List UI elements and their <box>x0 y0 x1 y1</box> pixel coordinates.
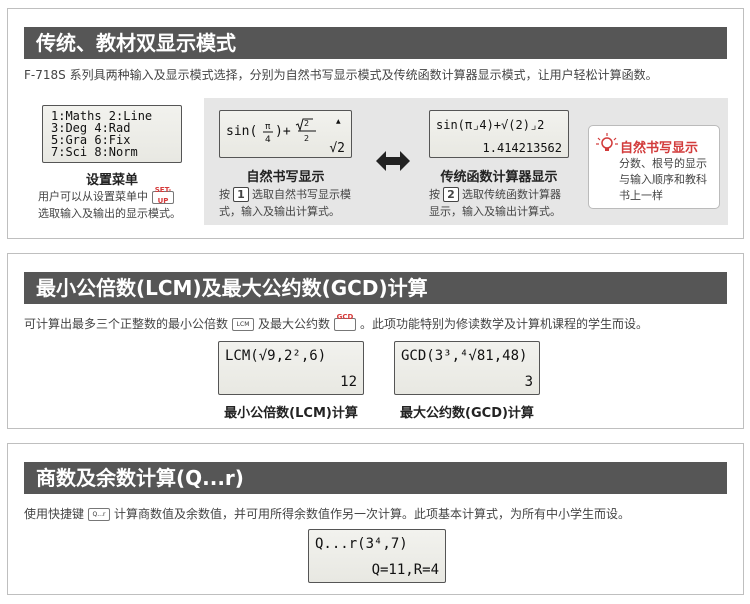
gcd-caption: 最大公约数(GCD)计算 <box>400 406 534 421</box>
natural-description: 按 1 选取自然书写显示模 式，输入及输出计算式。 <box>219 186 379 220</box>
setup-key-label: SET-UP <box>154 185 172 205</box>
lcm-lcd: LCM(√9,2²,6) 12 <box>218 341 364 395</box>
tip-body: 分数、根号的显示 与输入顺序和教科 书上一样 <box>619 156 707 204</box>
natural-result: √2 <box>329 141 345 156</box>
svg-text:2: 2 <box>304 119 309 128</box>
desc-part: 计算商数值及余数值，并可用所得余数值作另一次计算。此项基本计算式，为所有中小学生… <box>114 507 631 521</box>
traditional-caption: 传统函数计算器显示 <box>440 170 558 185</box>
double-arrow-icon <box>376 151 410 171</box>
traditional-description: 按 2 选取传统函数计算器 显示，输入及输出计算式。 <box>429 186 589 220</box>
traditional-display-lcd: sin(π⌟4)+√(2)⌟2 1.414213562 <box>429 110 569 158</box>
svg-text:π: π <box>265 122 271 132</box>
section-description: F-718S 系列具两种输入及显示模式选择，分别为自然书写显示模式及传统函数计算… <box>24 68 658 82</box>
natural-desc-part: 式，输入及输出计算式。 <box>219 205 340 218</box>
lcm-caption: 最小公倍数(LCM)计算 <box>224 406 358 421</box>
section-description: 可计算出最多三个正整数的最小公倍数 LCM 及最大公约数 GCD 。此项功能特别为修读数… <box>24 313 731 333</box>
desc-part: 可计算出最多三个正整数的最小公倍数 <box>24 317 229 331</box>
setup-desc-part: 选取输入及输出的显示模式。 <box>38 207 181 220</box>
gcd-lcd: GCD(3³,⁴√81,48) 3 <box>394 341 540 395</box>
lcm-result: 12 <box>340 374 357 390</box>
section-quotient-remainder: 商数及余数计算(Q...r) 使用快捷键 Q...r 计算商数值及余数值，并可用所得… <box>7 443 744 595</box>
key-1-button: 1 <box>233 187 249 202</box>
traditional-desc-part: 选取传统函数计算器 <box>462 188 561 201</box>
svg-text:2: 2 <box>304 134 309 143</box>
svg-text:▲: ▲ <box>336 118 341 125</box>
desc-part: 使用快捷键 <box>24 507 85 521</box>
section-title: 最小公倍数(LCM)及最大公约数(GCD)计算 <box>24 272 727 304</box>
traditional-expression: sin(π⌟4)+√(2)⌟2 <box>436 118 545 132</box>
natural-display-tip: 自然书写显示 分数、根号的显示 与输入顺序和教科 书上一样 <box>588 125 720 209</box>
lcm-expression: LCM(√9,2²,6) <box>225 348 327 364</box>
qr-expression: Q...r(3⁴,7) <box>315 536 408 552</box>
setup-menu-lcd: 1:Maths 2:Line 3:Deg 4:Rad 5:Gra 6:Fix 7… <box>42 105 182 163</box>
traditional-desc-part: 显示，输入及输出计算式。 <box>429 205 561 218</box>
qr-lcd: Q...r(3⁴,7) Q=11,R=4 <box>308 529 446 583</box>
key-2-button: 2 <box>443 187 459 202</box>
natural-expression: sin( π 4 )+ 2 2 ▲ <box>226 118 341 145</box>
traditional-desc-part: 按 <box>429 188 440 201</box>
tip-line: 与输入顺序和教科 <box>619 173 707 186</box>
lcd-line: 7:Sci 8:Norm <box>51 145 138 159</box>
natural-desc-part: 选取自然书写显示模 <box>252 188 351 201</box>
tip-line: 分数、根号的显示 <box>619 157 707 170</box>
setup-description: 用户可以从设置菜单中 SET-UP 选取输入及输出的显示模式。 <box>38 186 210 222</box>
natural-desc-part: 按 <box>219 188 230 201</box>
qr-key-icon: Q...r <box>88 508 111 521</box>
gcd-expression: GCD(3³,⁴√81,48) <box>401 348 528 364</box>
gcd-result: 3 <box>524 374 533 390</box>
lightbulb-icon <box>596 133 618 151</box>
svg-text:sin(: sin( <box>226 124 257 139</box>
lcm-key-icon: LCM <box>232 318 255 331</box>
svg-text:4: 4 <box>265 135 271 145</box>
svg-text:)+: )+ <box>275 124 291 139</box>
section-title: 商数及余数计算(Q...r) <box>24 462 727 494</box>
qr-result: Q=11,R=4 <box>371 562 439 578</box>
gcd-key-label: GCD <box>336 313 354 321</box>
gcd-key-icon: GCD <box>334 313 357 331</box>
desc-part: 及最大公约数 <box>258 317 331 331</box>
desc-part: 。此项功能特别为修读数学及计算机课程的学生而设。 <box>360 317 649 331</box>
traditional-result: 1.414213562 <box>482 141 562 155</box>
section-title: 传统、教材双显示模式 <box>24 27 727 59</box>
tip-title: 自然书写显示 <box>620 141 699 156</box>
setup-key-icon: SET-UP <box>152 186 174 205</box>
natural-caption: 自然书写显示 <box>246 170 325 185</box>
tip-line: 书上一样 <box>619 189 663 202</box>
section-description: 使用快捷键 Q...r 计算商数值及余数值，并可用所得余数值作另一次计算。此项基本计… <box>24 506 731 523</box>
setup-desc-part: 用户可以从设置菜单中 <box>38 190 148 203</box>
section-lcm-gcd: 最小公倍数(LCM)及最大公约数(GCD)计算 可计算出最多三个正整数的最小公倍… <box>7 253 744 429</box>
natural-display-lcd: sin( π 4 )+ 2 2 ▲ √2 <box>219 110 352 158</box>
